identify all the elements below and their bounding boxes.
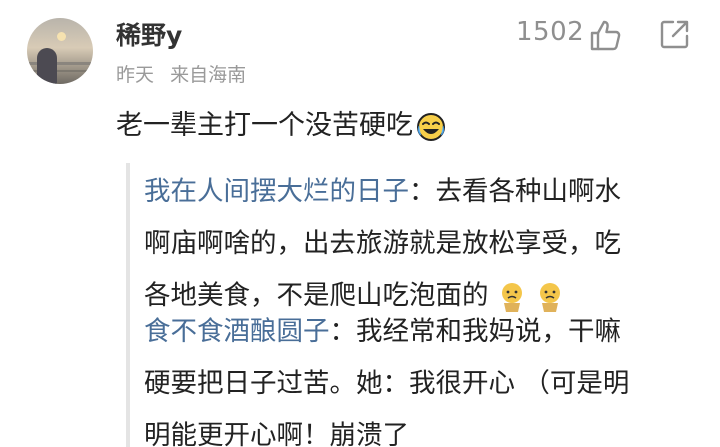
laugh-cry-emoji-icon [417,112,445,141]
reply-separator: ： [409,176,436,207]
comment-meta: 昨天 来自海南 [116,60,246,87]
like-count: 1502 [516,17,585,47]
reply-list: 我在人间摆大烂的日子：去看各种山啊水 啊庙啊啥的，出去旅游就是放松享受，吃 各地… [126,163,720,447]
reply-item: 食不食酒酿圆子：我经常和我妈说，干嘛 硬要把日子过苦。她：我很开心 （可是明 明… [144,306,629,447]
comment-body: 老一辈主打一个没苦硬吃 [116,104,447,148]
reply-item: 我在人间摆大烂的日子：去看各种山啊水 啊庙啊啥的，出去旅游就是放松享受，吃 各地… [144,166,621,322]
reply-text: 明能更开心啊！崩溃了 [144,420,409,447]
reply-author[interactable]: 我在人间摆大烂的日子 [144,176,409,207]
share-icon[interactable] [659,18,691,50]
comment-username[interactable]: 稀野y [116,16,182,52]
reply-line: 明能更开心啊！崩溃了 [144,410,629,447]
comment-time: 昨天 [116,64,155,86]
avatar-person [37,48,57,84]
reply-text: 啊庙啊啥的，出去旅游就是放松享受，吃 [144,228,621,259]
reply-line: 我在人间摆大烂的日子：去看各种山啊水 [144,166,621,218]
avatar[interactable] [27,18,93,84]
reply-text: 硬要把日子过苦。她：我很开心 （可是明 [144,368,630,399]
thumbs-up-icon[interactable] [588,18,622,52]
reply-author[interactable]: 食不食酒酿圆子 [144,316,330,347]
comment-text: 老一辈主打一个没苦硬吃 [116,110,413,141]
reply-line: 啊庙啊啥的，出去旅游就是放松享受，吃 [144,218,621,270]
reply-text: 去看各种山啊水 [435,176,622,207]
avatar-sun [57,32,66,41]
comment-location: 来自海南 [170,64,247,86]
reply-line: 硬要把日子过苦。她：我很开心 （可是明 [144,358,629,410]
reply-line: 食不食酒酿圆子：我经常和我妈说，干嘛 [144,306,629,358]
reply-separator: ： [329,316,357,347]
reply-text: 我经常和我妈说，干嘛 [356,316,621,347]
